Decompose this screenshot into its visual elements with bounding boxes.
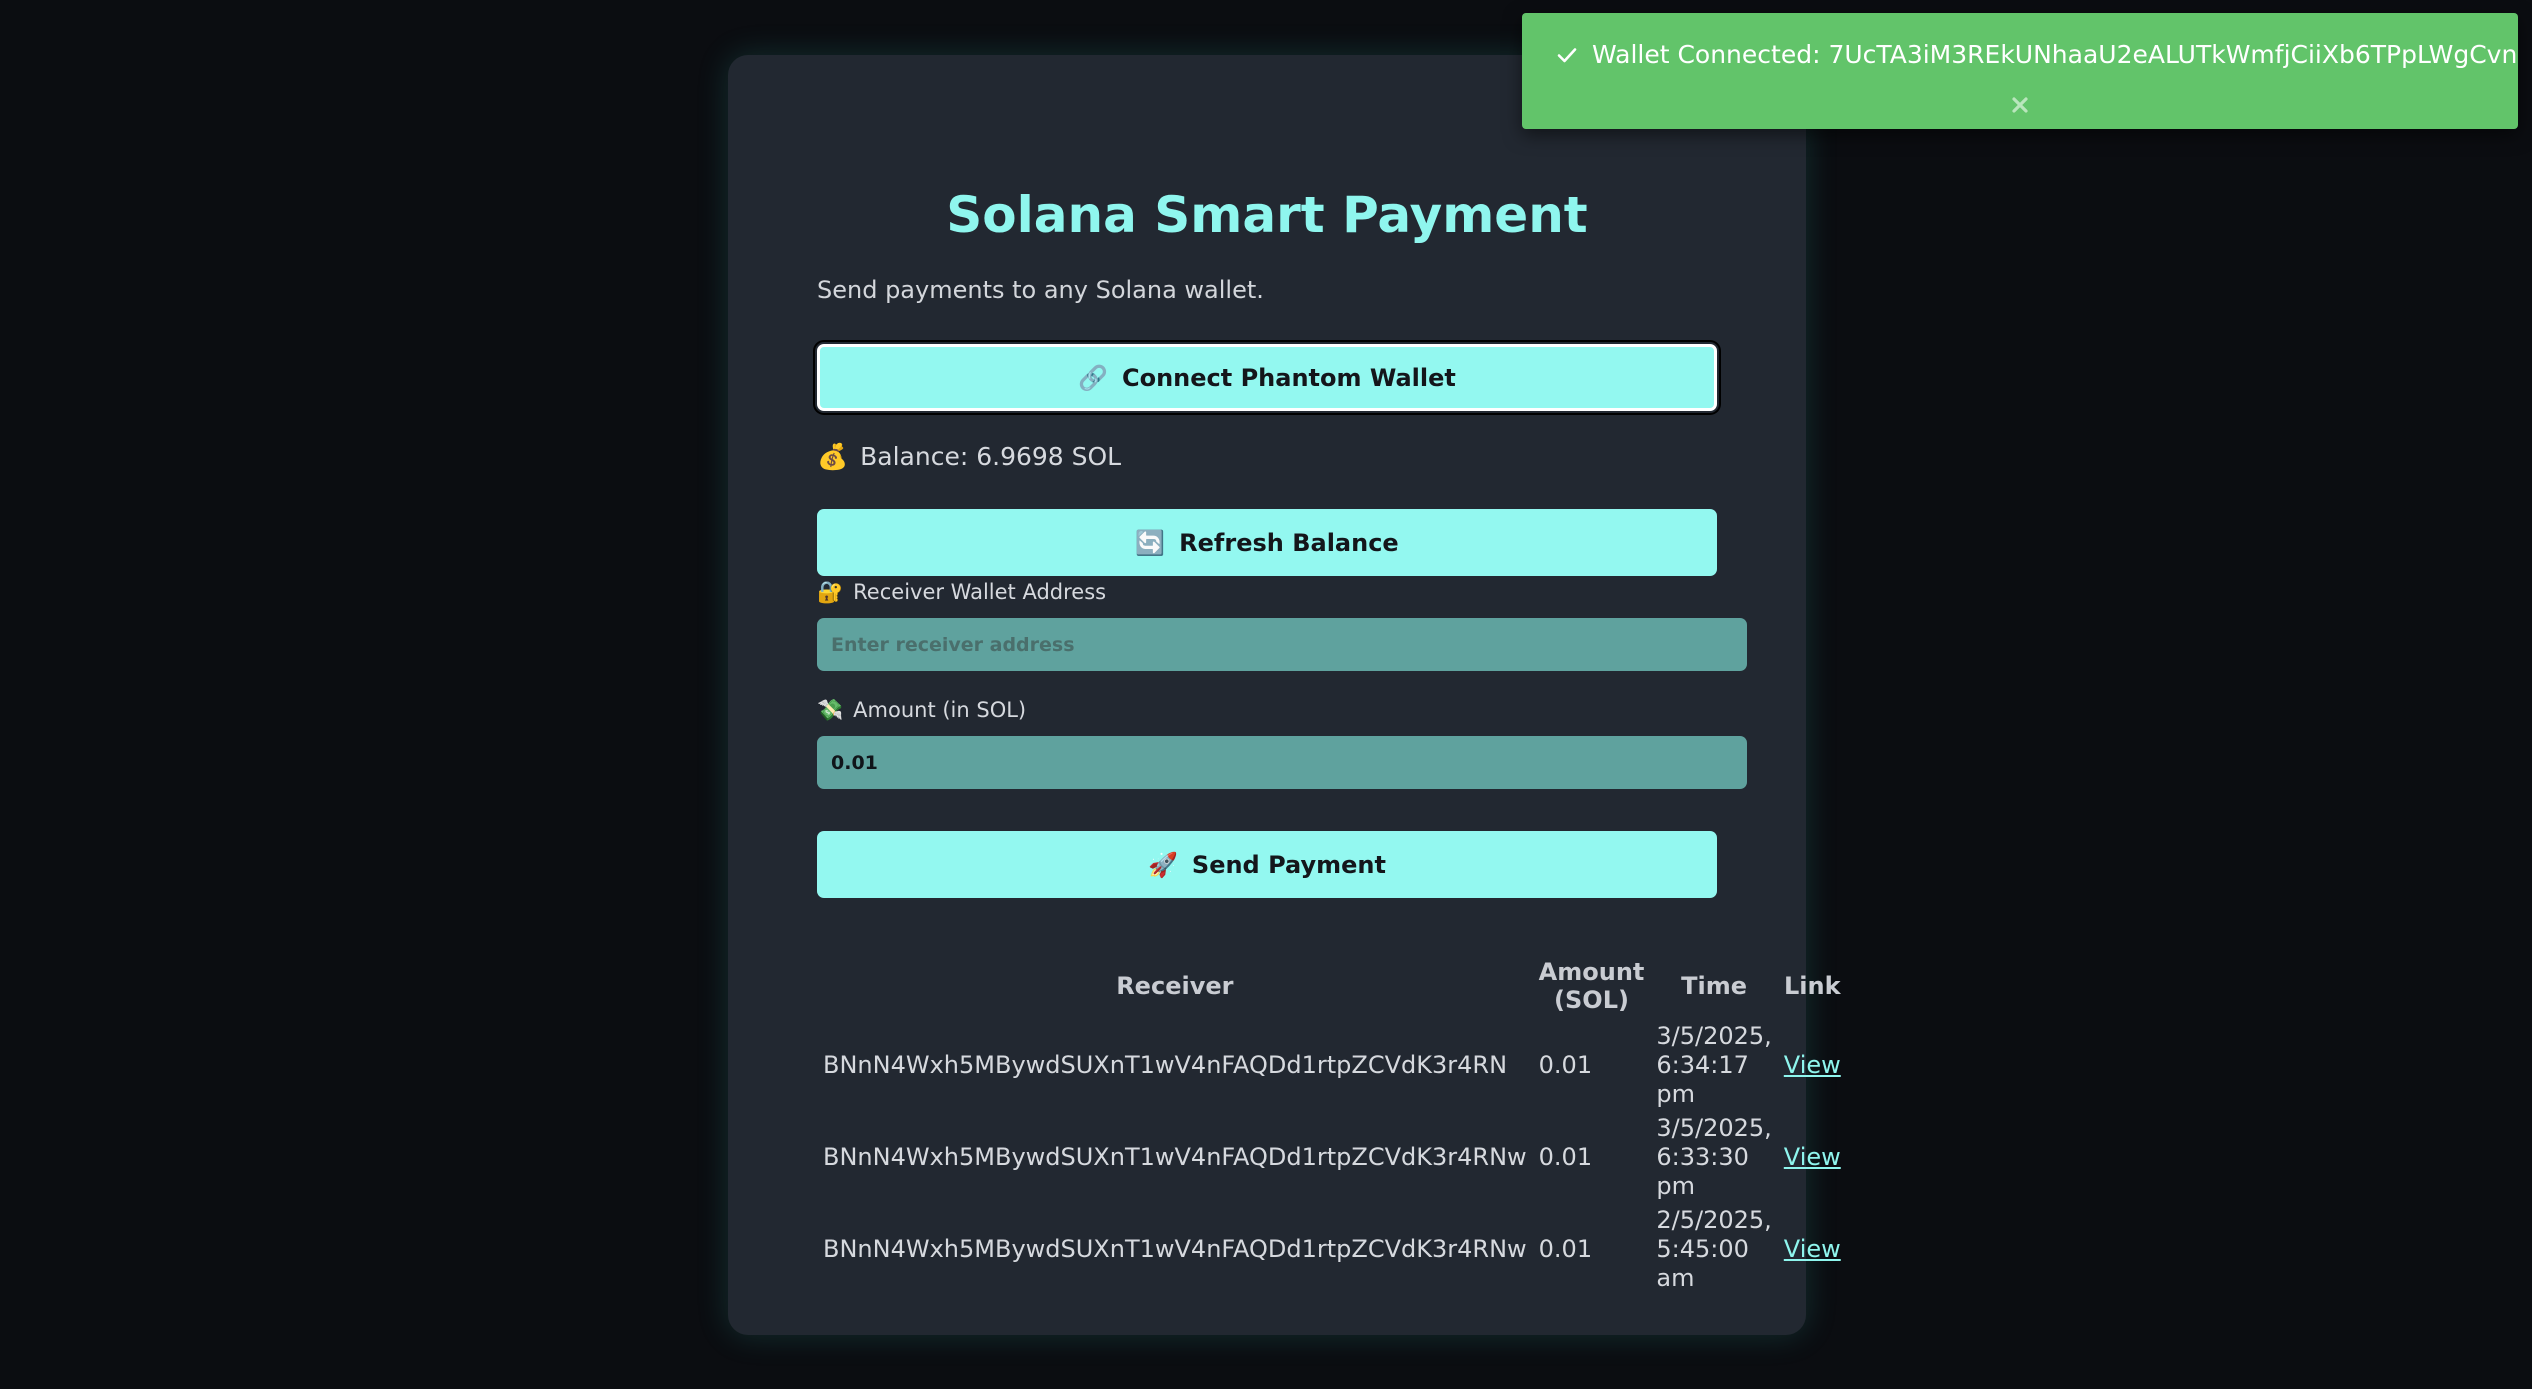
close-icon [2012, 97, 2028, 113]
time-clock: 5:45:00 [1656, 1234, 1749, 1263]
table-row: BNnN4Wxh5MBywdSUXnT1wV4nFAQDd1rtpZCVdK3r… [817, 1111, 1847, 1203]
cell-link: View [1778, 1111, 1847, 1203]
header-amount: Amount (SOL) [1533, 953, 1651, 1019]
table-row: BNnN4Wxh5MBywdSUXnT1wV4nFAQDd1rtpZCVdK3r… [817, 1203, 1847, 1295]
toast-message: Wallet Connected: 7UcTA3iM3REkUNhaaU2eAL… [1556, 35, 2517, 75]
balance-display: 💰 Balance: 6.9698 SOL [817, 427, 1121, 487]
receiver-address-input[interactable] [817, 618, 1747, 671]
wallet-connected-toast: Wallet Connected: 7UcTA3iM3REkUNhaaU2eAL… [1522, 13, 2518, 129]
header-amount-line1: Amount [1538, 958, 1645, 986]
time-clock: 6:34:17 [1656, 1050, 1749, 1079]
header-receiver: Receiver [1116, 972, 1234, 1000]
cell-receiver: BNnN4Wxh5MBywdSUXnT1wV4nFAQDd1rtpZCVdK3r… [823, 1234, 1527, 1263]
time-date: 2/5/2025, [1656, 1205, 1772, 1234]
amount-field-label: 💸 Amount (in SOL) [817, 695, 1026, 725]
money-wings-icon: 💸 [817, 698, 844, 722]
connect-wallet-button[interactable]: 🔗 Connect Phantom Wallet [817, 344, 1717, 411]
refresh-balance-label: Refresh Balance [1179, 528, 1399, 557]
payment-card: Solana Smart Payment Send payments to an… [728, 55, 1841, 1335]
table-row: BNnN4Wxh5MBywdSUXnT1wV4nFAQDd1rtpZCVdK3r… [817, 1019, 1847, 1111]
cell-amount: 0.01 [1538, 1142, 1593, 1171]
header-link: Link [1783, 972, 1841, 1000]
connect-wallet-label: Connect Phantom Wallet [1121, 363, 1456, 392]
page-subtitle: Send payments to any Solana wallet. [817, 276, 1264, 304]
toast-text: Wallet Connected: 7UcTA3iM3REkUNhaaU2eAL… [1592, 40, 2518, 69]
page: Solana Smart Payment Send payments to an… [0, 0, 2532, 1389]
rocket-icon: 🚀 [1148, 850, 1178, 879]
refresh-balance-button[interactable]: 🔄 Refresh Balance [817, 509, 1717, 576]
check-icon [1557, 48, 1577, 63]
table-header-row: Receiver Amount (SOL) Time Link [817, 953, 1847, 1019]
lock-icon: 🔐 [817, 580, 844, 604]
page-title: Solana Smart Payment [946, 186, 1588, 244]
time-ampm: am [1656, 1263, 1695, 1292]
send-payment-button[interactable]: 🚀 Send Payment [817, 831, 1717, 898]
link-icon: 🔗 [1078, 363, 1108, 392]
cell-amount: 0.01 [1538, 1234, 1593, 1263]
time-clock: 6:33:30 [1656, 1142, 1749, 1171]
toast-close-button[interactable] [2006, 91, 2034, 119]
cell-link: View [1778, 1019, 1847, 1111]
cell-link: View [1778, 1203, 1847, 1295]
time-date: 3/5/2025, [1656, 1113, 1772, 1142]
view-transaction-link[interactable]: View [1784, 1143, 1841, 1171]
amount-input[interactable] [817, 736, 1747, 789]
amount-label-text: Amount (in SOL) [853, 698, 1027, 722]
receiver-field-label: 🔐 Receiver Wallet Address [817, 577, 1106, 607]
money-bag-icon: 💰 [817, 442, 849, 471]
cell-receiver: BNnN4Wxh5MBywdSUXnT1wV4nFAQDd1rtpZCVdK3r… [823, 1050, 1508, 1079]
send-payment-label: Send Payment [1191, 850, 1386, 879]
view-transaction-link[interactable]: View [1784, 1235, 1841, 1263]
cell-time: 3/5/2025, 6:34:17 pm [1650, 1019, 1777, 1111]
transaction-history-table: Receiver Amount (SOL) Time Link BNnN4Wxh5… [817, 953, 1847, 1295]
receiver-label-text: Receiver Wallet Address [853, 580, 1107, 604]
header-time: Time [1681, 972, 1748, 1000]
refresh-icon: 🔄 [1135, 528, 1166, 557]
view-transaction-link[interactable]: View [1784, 1051, 1841, 1079]
time-date: 3/5/2025, [1656, 1021, 1772, 1050]
time-ampm: pm [1656, 1079, 1695, 1108]
cell-time: 2/5/2025, 5:45:00 am [1650, 1203, 1777, 1295]
time-ampm: pm [1656, 1171, 1695, 1200]
cell-receiver: BNnN4Wxh5MBywdSUXnT1wV4nFAQDd1rtpZCVdK3r… [823, 1142, 1527, 1171]
cell-amount: 0.01 [1538, 1050, 1593, 1079]
header-amount-line2: (SOL) [1554, 986, 1629, 1014]
cell-time: 3/5/2025, 6:33:30 pm [1650, 1111, 1777, 1203]
balance-text: Balance: 6.9698 SOL [860, 442, 1122, 471]
